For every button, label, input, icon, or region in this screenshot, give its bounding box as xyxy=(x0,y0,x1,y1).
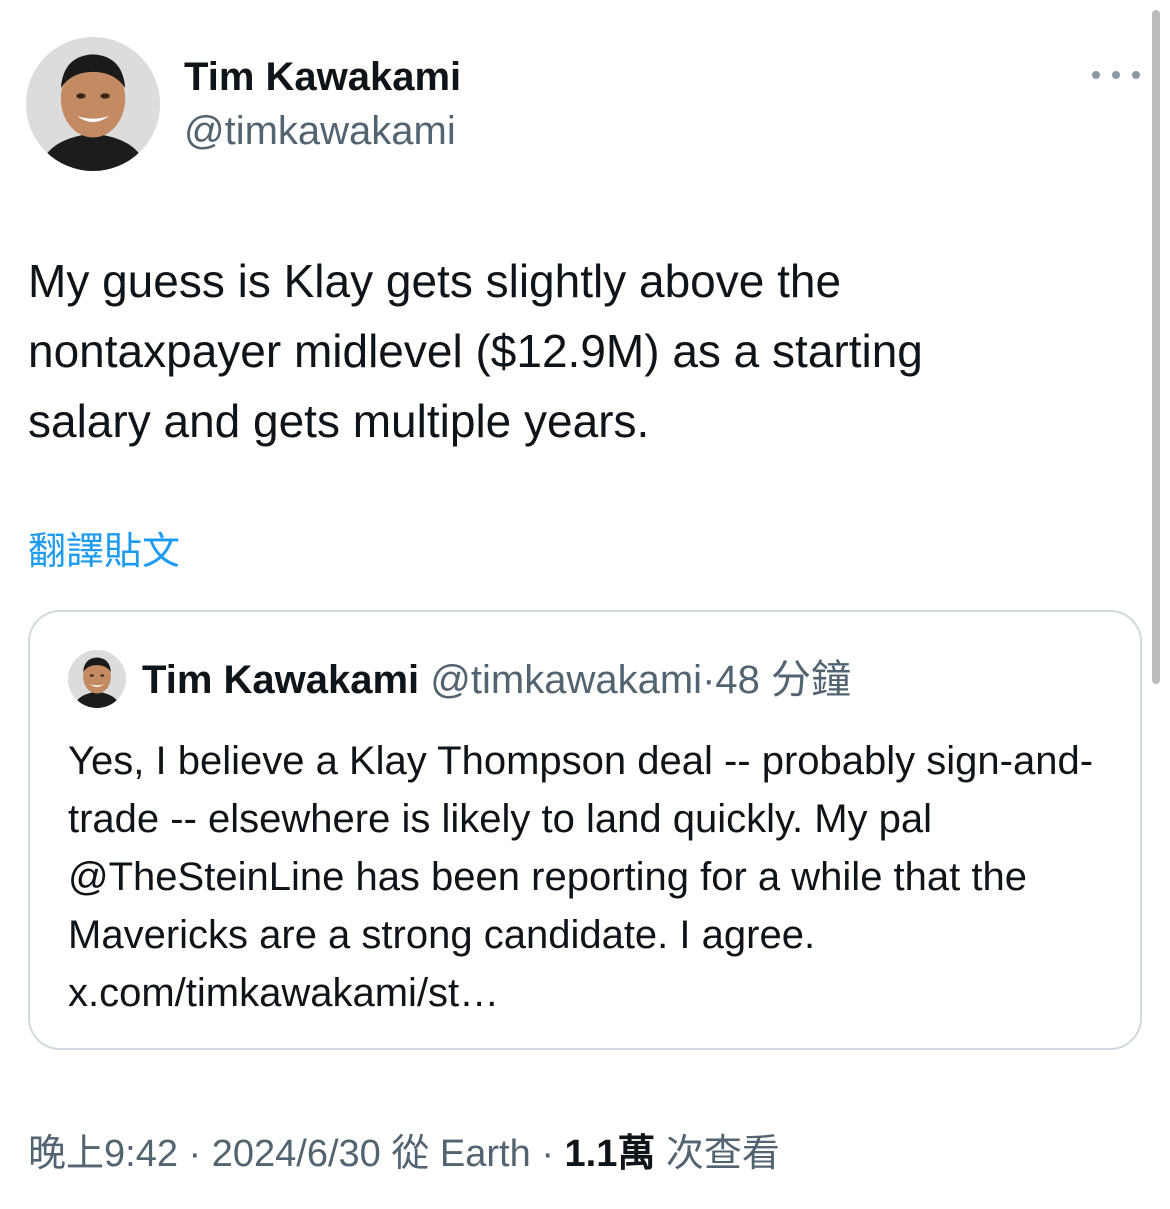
avatar-photo xyxy=(68,650,126,708)
quoted-timestamp: 48 分鐘 xyxy=(715,658,851,702)
views-count: 1.1萬 xyxy=(564,1133,656,1175)
meta-separator: · xyxy=(530,1133,565,1175)
author-display-name[interactable]: Tim Kawakami xyxy=(184,54,461,100)
author-avatar[interactable] xyxy=(26,37,160,171)
tweet-meta: 晚上9:42 · 2024/6/30 從 Earth · 1.1萬 次查看 xyxy=(28,1130,780,1178)
scrollbar[interactable] xyxy=(1152,10,1160,684)
quoted-author-avatar xyxy=(68,650,126,708)
more-horizontal-icon-dot xyxy=(1112,71,1120,79)
avatar-photo xyxy=(26,37,160,171)
tweet-date[interactable]: 2024/6/30 xyxy=(212,1133,381,1175)
quoted-author-handle: @timkawakami xyxy=(430,658,703,702)
quoted-tweet-text: Yes, I believe a Klay Thompson deal -- p… xyxy=(68,739,1094,1015)
more-horizontal-icon-dot xyxy=(1132,71,1140,79)
translate-post-link[interactable]: 翻譯貼文 xyxy=(28,528,180,576)
author-handle[interactable]: @timkawakami xyxy=(184,108,456,154)
quoted-tweet-card[interactable]: Tim Kawakami @timkawakami·48 分鐘 Yes, I b… xyxy=(28,610,1142,1050)
meta-separator: · xyxy=(177,1133,212,1175)
quoted-author-display-name: Tim Kawakami xyxy=(142,658,420,702)
quoted-separator: · xyxy=(702,658,716,702)
views-label: 次查看 xyxy=(655,1133,780,1175)
tweet-time[interactable]: 晚上9:42 xyxy=(28,1133,178,1175)
tweet-text: My guess is Klay gets slightly above the… xyxy=(28,255,923,447)
quoted-tweet-header: Tim Kawakami @timkawakami·48 分鐘 xyxy=(142,656,851,704)
tweet-source: 從 Earth xyxy=(380,1133,531,1175)
more-options-button[interactable] xyxy=(1090,60,1142,90)
more-horizontal-icon xyxy=(1092,71,1100,79)
